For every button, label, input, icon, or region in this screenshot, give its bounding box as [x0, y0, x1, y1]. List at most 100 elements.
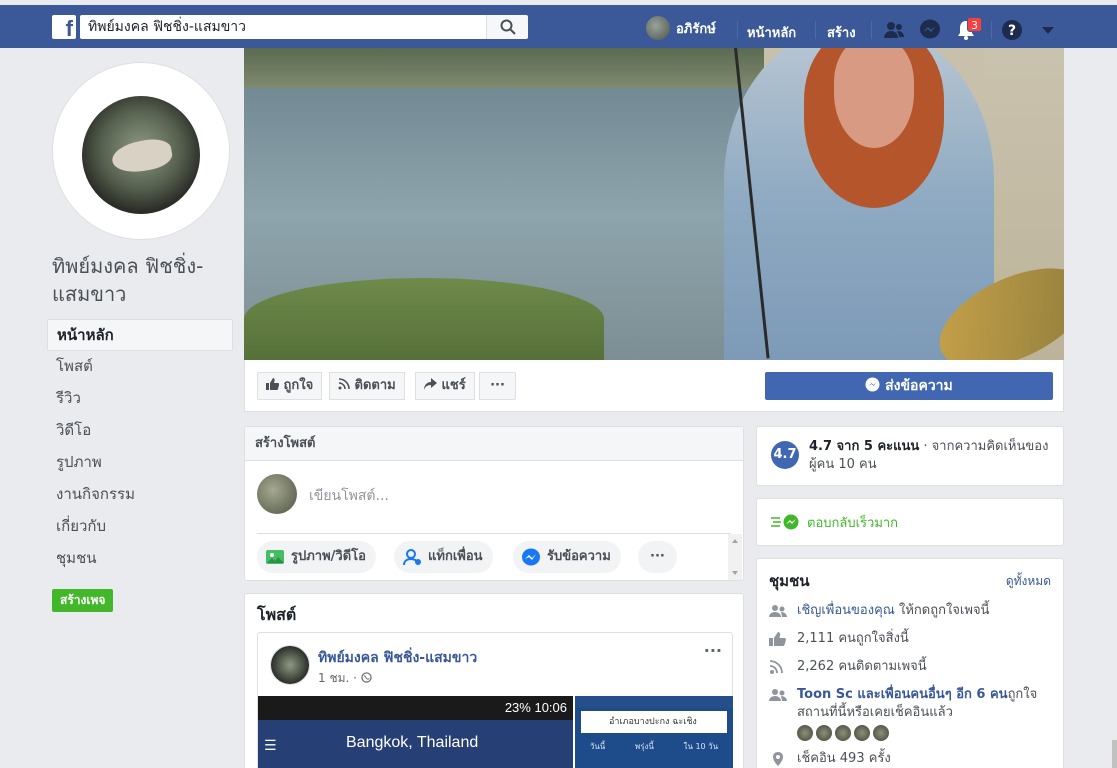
community-invite-row: เชิญเพื่อนของคุณ ให้กดถูกใจเพจนี้	[769, 602, 1059, 620]
rating-card[interactable]: 4.7 4.7 จาก 5 คะแนน · จากความคิดเห็นของผ…	[756, 426, 1064, 486]
follow-label: ติดตาม	[354, 378, 396, 393]
cover-bank	[244, 48, 764, 88]
create-post-title: สร้างโพสต์	[245, 427, 743, 461]
globe-icon	[361, 672, 372, 683]
post-time-text: 1 ชม. ·	[318, 671, 357, 685]
sidebar-item-community[interactable]: ชุมชน	[47, 543, 233, 575]
search-button[interactable]	[486, 15, 528, 39]
phone2-status-bar	[575, 696, 733, 708]
send-message-button[interactable]: ส่งข้อความ	[765, 372, 1053, 400]
profile-picture-fish	[109, 136, 175, 176]
invite-friends-link[interactable]: เชิญเพื่อนของคุณ	[797, 603, 895, 618]
photo-icon	[266, 550, 284, 564]
more-options-button[interactable]: ···	[479, 372, 516, 400]
create-page-button[interactable]: สร้างเพจ	[52, 589, 114, 612]
nav-divider	[815, 21, 816, 39]
rating-score-badge: 4.7	[771, 441, 799, 469]
follows-count: 2,262 คนติดตามเพจนี้	[797, 659, 927, 674]
nav-divider	[737, 21, 738, 39]
post-author-avatar[interactable]	[270, 645, 310, 685]
search-input[interactable]: ทิพย์มงคล ฟิชชิ่ง-แสมขาว	[80, 15, 486, 39]
like-label: ถูกใจ	[283, 378, 314, 393]
photo-video-label: รูปภาพ/วิดีโอ	[291, 549, 366, 564]
composer-avatar	[257, 474, 297, 514]
page-action-bar: ถูกใจ ติดตาม แชร์ ··· ส่งข้อความ	[244, 360, 1064, 412]
share-label: แชร์	[441, 378, 466, 393]
cover-photo[interactable]	[244, 48, 1064, 360]
photo-video-button[interactable]: รูปภาพ/วิดีโอ	[257, 541, 376, 573]
sidebar-item-about[interactable]: เกี่ยวกับ	[47, 511, 233, 543]
tag-friends-icon	[403, 549, 421, 566]
get-messages-label: รับข้อความ	[547, 549, 611, 564]
responsiveness-card: ตอบกลับเร็วมาก	[756, 498, 1064, 546]
composer-more-button[interactable]: ···	[638, 541, 677, 573]
fast-reply-label: ตอบกลับเร็วมาก	[807, 515, 899, 531]
page-profile-picture-frame[interactable]	[52, 62, 230, 240]
posts-title: โพสต์	[257, 605, 297, 624]
rss-icon	[769, 660, 783, 674]
svg-text:?: ?	[1008, 23, 1016, 39]
sidebar-item-reviews[interactable]: รีวิว	[47, 383, 233, 415]
friend-avatar[interactable]	[816, 725, 832, 741]
community-see-all-link[interactable]: ดูทั้งหมด	[1006, 572, 1051, 591]
messenger-icon	[865, 377, 880, 392]
sidebar-item-photos[interactable]: รูปภาพ	[47, 447, 233, 479]
composer-scrollbar[interactable]	[728, 534, 742, 580]
rating-summary: 4.7 จาก 5 คะแนน · จากความคิดเห็นของผู้คน…	[809, 438, 1057, 474]
post-item: ทิพย์มงคล ฟิชชิ่ง-แสมขาว 1 ชม. · ··· 23%…	[257, 632, 733, 768]
page-scrollbar[interactable]	[1112, 740, 1117, 768]
post-image-right[interactable]: อำเภอบางปะกง ฉะเชิง วันนี้ พรุ่งนี้ ใน 1…	[575, 696, 733, 768]
fast-reply-indicator: ตอบกลับเร็วมาก	[771, 512, 898, 532]
rss-icon	[338, 378, 350, 390]
friend-avatar[interactable]	[797, 725, 813, 741]
rating-main: 4.7 จาก 5 คะแนน	[809, 439, 920, 454]
phone2-search-bar: อำเภอบางปะกง ฉะเชิง	[581, 711, 727, 733]
follow-button[interactable]: ติดตาม	[329, 372, 405, 400]
tag-friends-button[interactable]: แท็กเพื่อน	[394, 541, 493, 573]
nav-divider	[991, 21, 992, 39]
community-likes-row: 2,111 คนถูกใจสิ่งนี้	[769, 630, 1059, 648]
facebook-logo[interactable]: f	[52, 15, 76, 39]
post-timestamp[interactable]: 1 ชม. ·	[318, 669, 372, 688]
friends-icon[interactable]	[882, 19, 906, 41]
phone2-tab: วันนี้	[589, 742, 606, 751]
invite-rest-text: ให้กดถูกใจเพจนี้	[894, 603, 990, 618]
post-options-button[interactable]: ···	[704, 641, 722, 660]
caret-down-icon[interactable]	[1036, 19, 1060, 41]
hamburger-menu-icon: ☰	[264, 738, 277, 754]
friend-avatar[interactable]	[873, 725, 889, 741]
get-messages-button[interactable]: รับข้อความ	[513, 541, 621, 573]
nav-home-link[interactable]: หน้าหลัก	[747, 22, 796, 43]
nav-create-link[interactable]: สร้าง	[827, 22, 856, 43]
friend-avatars	[797, 725, 1059, 741]
create-post-card: สร้างโพสต์ เขียนโพสต์... รูปภาพ/วิดีโอ แ…	[244, 426, 744, 581]
sidebar-item-posts[interactable]: โพสต์	[47, 351, 233, 383]
nav-user-profile[interactable]: อภิรักษ์	[646, 14, 716, 42]
friend-avatar[interactable]	[835, 725, 851, 741]
sidebar-item-home[interactable]: หน้าหลัก	[47, 319, 233, 351]
community-title: ชุมชน	[769, 572, 810, 590]
posts-card: โพสต์ ทิพย์มงคล ฟิชชิ่ง-แสมขาว 1 ชม. · ·…	[244, 593, 744, 768]
thumbs-up-icon	[769, 632, 786, 646]
community-follows-row: 2,262 คนติดตามเพจนี้	[769, 658, 1059, 676]
help-icon[interactable]: ?	[1000, 19, 1024, 41]
friends-who-like-link[interactable]: Toon Sc และเพื่อนคนอื่นๆ อีก 6 คน	[797, 687, 1008, 702]
sidebar-item-videos[interactable]: วิดีโอ	[47, 415, 233, 447]
share-button[interactable]: แชร์	[415, 372, 475, 400]
community-checkins-row: เช็คอิน 493 ครั้ง	[769, 750, 1059, 768]
community-friends-row: Toon Sc และเพื่อนคนอื่นๆ อีก 6 คนถูกใจสถ…	[769, 686, 1059, 741]
messenger-icon[interactable]	[918, 19, 942, 41]
user-avatar	[646, 16, 670, 40]
sidebar-item-events[interactable]: งานกิจกรรม	[47, 479, 233, 511]
post-image-left[interactable]: 23% 10:06 ☰ Bangkok, Thailand	[258, 696, 573, 768]
post-text-input[interactable]: เขียนโพสต์...	[309, 485, 389, 507]
friend-avatar[interactable]	[854, 725, 870, 741]
phone2-tab: พรุ่งนี้	[634, 742, 654, 751]
post-author-name[interactable]: ทิพย์มงคล ฟิชชิ่ง-แสมขาว	[318, 647, 477, 669]
page-profile-picture	[82, 96, 200, 214]
community-card: ชุมชน ดูทั้งหมด เชิญเพื่อนของคุณ ให้กดถู…	[756, 558, 1064, 768]
friends-icon	[769, 689, 787, 701]
phone2-tabs: วันนี้ พรุ่งนี้ ใน 10 วัน	[575, 740, 733, 753]
like-button[interactable]: ถูกใจ	[257, 372, 323, 400]
weather-city: Bangkok, Thailand	[346, 734, 479, 751]
